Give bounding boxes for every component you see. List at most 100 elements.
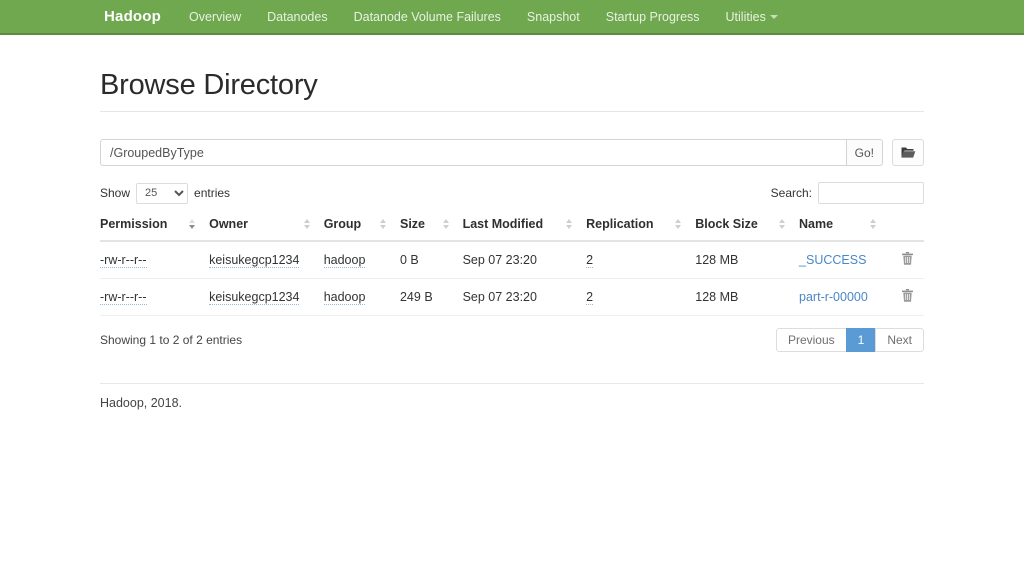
brand-hadoop[interactable]: Hadoop <box>104 8 161 25</box>
cell-group: hadoop <box>323 278 400 316</box>
cell-owner: keisukegcp1234 <box>209 278 324 316</box>
sort-icon-block-size <box>779 219 786 229</box>
cell-group: hadoop <box>323 241 400 279</box>
go-button[interactable]: Go! <box>845 139 883 166</box>
nav-link-startup-progress-label: Startup Progress <box>605 9 700 24</box>
column-header-name[interactable]: Name <box>799 213 890 242</box>
nav-link-snapshot-label: Snapshot <box>526 9 580 24</box>
trash-icon <box>901 289 913 302</box>
nav-link-datanode-volume-failures[interactable]: Datanode Volume Failures <box>354 10 501 24</box>
sort-icon-replication <box>675 219 682 229</box>
cell-owner: keisukegcp1234 <box>209 241 324 279</box>
file-link[interactable]: part-r-00000 <box>799 290 868 304</box>
permission-value[interactable]: -rw-r--r-- <box>100 290 147 305</box>
open-folder-icon <box>900 147 915 158</box>
footer-divider <box>100 383 924 384</box>
cell-replication: 2 <box>586 278 696 316</box>
column-header-owner[interactable]: Owner <box>209 213 324 242</box>
title-divider <box>100 111 924 112</box>
nav-link-utilities-label: Utilities <box>725 9 766 24</box>
nav-link-utilities[interactable]: Utilities <box>726 10 778 24</box>
replication-value[interactable]: 2 <box>586 290 594 305</box>
entries-per-page-select[interactable]: 10 25 50 100 <box>136 182 189 204</box>
table-row: -rw-r--r-- keisukegcp1234 hadoop 249 B S… <box>100 278 924 316</box>
path-bar: Go! <box>100 139 924 166</box>
column-header-owner-label: Owner <box>209 217 249 231</box>
owner-value[interactable]: keisukegcp1234 <box>209 290 300 305</box>
search-input[interactable] <box>818 182 924 204</box>
entries-label: entries <box>194 186 231 200</box>
permission-value[interactable]: -rw-r--r-- <box>100 253 147 268</box>
column-header-group-label: Group <box>323 217 362 231</box>
sort-icon-last-modified <box>566 219 573 229</box>
table-footer: Showing 1 to 2 of 2 entries Previous 1 N… <box>100 316 924 352</box>
cell-size: 249 B <box>399 278 463 316</box>
pagination-next[interactable]: Next <box>875 328 924 352</box>
top-navbar: Hadoop Overview Datanodes Datanode Volum… <box>0 0 1024 35</box>
cell-size: 0 B <box>399 241 463 279</box>
cell-actions <box>890 241 924 279</box>
nav-link-startup-progress[interactable]: Startup Progress <box>606 10 700 24</box>
owner-value[interactable]: keisukegcp1234 <box>209 253 300 268</box>
show-label: Show <box>100 186 131 200</box>
column-header-last-modified-label: Last Modified <box>462 217 544 231</box>
cell-name: part-r-00000 <box>799 278 890 316</box>
path-input-group: Go! <box>100 139 883 166</box>
search-label-wrap: Search: <box>771 182 924 204</box>
table-info: Showing 1 to 2 of 2 entries <box>100 333 243 347</box>
column-header-block-size[interactable]: Block Size <box>695 213 800 242</box>
replication-value[interactable]: 2 <box>586 253 594 268</box>
nav-link-snapshot[interactable]: Snapshot <box>527 10 580 24</box>
sort-icon-size <box>442 219 449 229</box>
column-header-last-modified[interactable]: Last Modified <box>462 213 587 242</box>
pagination-previous[interactable]: Previous <box>775 328 847 352</box>
cell-actions <box>890 278 924 316</box>
page-length-control: Show 10 25 50 100 entries <box>100 182 231 204</box>
cell-block-size: 128 MB <box>695 241 800 279</box>
table-body: -rw-r--r-- keisukegcp1234 hadoop 0 B Sep… <box>100 241 924 316</box>
sort-icon-group <box>379 219 386 229</box>
chevron-down-icon <box>769 15 778 20</box>
column-header-permission[interactable]: Permission <box>100 213 210 242</box>
cell-replication: 2 <box>586 241 696 279</box>
nav-link-datanodes-label: Datanodes <box>267 9 328 24</box>
delete-button[interactable] <box>901 289 913 302</box>
pagination: Previous 1 Next <box>775 328 924 352</box>
table-controls: Show 10 25 50 100 entries Search: <box>100 182 924 204</box>
table-row: -rw-r--r-- keisukegcp1234 hadoop 0 B Sep… <box>100 241 924 279</box>
page-length-label-wrap: Show 10 25 50 100 entries <box>100 182 231 204</box>
group-value[interactable]: hadoop <box>323 290 366 305</box>
footer-text: Hadoop, 2018. <box>100 396 183 410</box>
group-value[interactable]: hadoop <box>323 253 366 268</box>
cell-permission: -rw-r--r-- <box>100 278 210 316</box>
column-header-group[interactable]: Group <box>323 213 400 242</box>
open-folder-button[interactable] <box>892 139 924 166</box>
navbar-links: Overview Datanodes Datanode Volume Failu… <box>189 10 804 24</box>
file-link[interactable]: _SUCCESS <box>799 253 866 267</box>
column-header-permission-label: Permission <box>100 217 168 231</box>
column-header-replication[interactable]: Replication <box>586 213 696 242</box>
cell-permission: -rw-r--r-- <box>100 241 210 279</box>
nav-link-overview[interactable]: Overview <box>189 10 241 24</box>
nav-link-datanode-volume-failures-label: Datanode Volume Failures <box>353 9 501 24</box>
table-header-row: Permission Owner Group Size Last Modifie… <box>100 213 924 242</box>
table-head: Permission Owner Group Size Last Modifie… <box>100 213 924 242</box>
trash-icon <box>901 252 913 265</box>
delete-button[interactable] <box>901 252 913 265</box>
cell-name: _SUCCESS <box>799 241 890 279</box>
column-header-block-size-label: Block Size <box>695 217 758 231</box>
column-header-replication-label: Replication <box>586 217 654 231</box>
main-container: Browse Directory Go! Show 10 25 50 100 <box>100 35 924 410</box>
column-header-actions <box>890 213 924 242</box>
column-header-size[interactable]: Size <box>399 213 463 242</box>
pagination-page-1[interactable]: 1 <box>845 328 877 352</box>
cell-last-modified: Sep 07 23:20 <box>462 241 587 279</box>
column-header-size-label: Size <box>399 217 425 231</box>
directory-path-input[interactable] <box>100 139 846 166</box>
page-title: Browse Directory <box>100 69 318 101</box>
column-header-name-label: Name <box>799 217 834 231</box>
sort-icon-permission <box>189 219 196 229</box>
nav-link-overview-label: Overview <box>189 9 242 24</box>
sort-icon-name <box>870 219 876 229</box>
nav-link-datanodes[interactable]: Datanodes <box>267 10 327 24</box>
